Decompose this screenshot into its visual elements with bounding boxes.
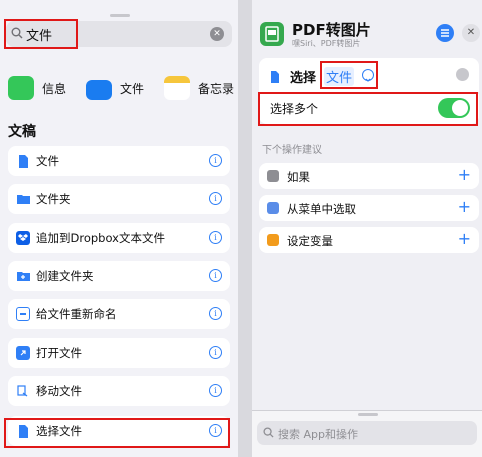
suggestions-title: 下个操作建议 bbox=[262, 145, 322, 156]
open-file-icon bbox=[16, 346, 30, 360]
remove-action-icon[interactable] bbox=[456, 68, 469, 81]
action-label: 给文件重新命名 bbox=[36, 307, 117, 321]
action-row-file[interactable]: 文件 i bbox=[8, 146, 230, 176]
action-label: 追加到Dropbox文本文件 bbox=[36, 231, 165, 245]
suggestion-choose-from-menu[interactable]: 从菜单中选取 + bbox=[259, 195, 479, 221]
app-label: 文件 bbox=[120, 81, 145, 96]
move-file-icon bbox=[16, 384, 30, 398]
app-notes[interactable]: 备忘录 bbox=[164, 74, 234, 102]
suggestion-label: 如果 bbox=[287, 170, 310, 184]
clear-search-icon[interactable]: ✕ bbox=[210, 27, 224, 41]
action-label: 文件夹 bbox=[36, 192, 71, 206]
if-icon bbox=[267, 170, 279, 182]
suggestion-set-variable[interactable]: 设定变量 + bbox=[259, 227, 479, 253]
suggestion-label: 设定变量 bbox=[287, 234, 333, 248]
highlight-box-file-param bbox=[320, 61, 378, 89]
info-icon[interactable]: i bbox=[209, 346, 222, 359]
add-icon[interactable]: + bbox=[458, 229, 471, 248]
suggestion-label: 从菜单中选取 bbox=[287, 202, 356, 216]
highlight-box-select-file bbox=[4, 418, 230, 448]
search-icon bbox=[263, 427, 274, 438]
app-files[interactable]: 文件 bbox=[86, 74, 144, 102]
rename-icon bbox=[16, 307, 30, 321]
shortcut-app-icon bbox=[260, 22, 284, 46]
add-icon[interactable]: + bbox=[458, 165, 471, 184]
info-icon[interactable]: i bbox=[209, 192, 222, 205]
action-row-create-folder[interactable]: 创建文件夹 i bbox=[8, 261, 230, 291]
add-icon[interactable]: + bbox=[458, 197, 471, 216]
action-verb: 选择 bbox=[290, 71, 317, 86]
action-row-move-file[interactable]: 移动文件 i bbox=[8, 376, 230, 406]
shortcut-subtitle: 嘿Siri、PDF转图片 bbox=[292, 39, 361, 48]
document-icon bbox=[16, 154, 30, 168]
folder-icon bbox=[16, 192, 30, 206]
suggestion-if[interactable]: 如果 + bbox=[259, 163, 479, 189]
app-messages[interactable]: 信息 bbox=[8, 74, 66, 102]
document-icon bbox=[270, 68, 280, 87]
dropbox-icon bbox=[16, 231, 30, 245]
info-icon[interactable]: i bbox=[209, 154, 222, 167]
close-icon[interactable]: ✕ bbox=[462, 24, 480, 42]
messages-icon bbox=[8, 76, 34, 100]
action-label: 打开文件 bbox=[36, 346, 82, 360]
menu-icon bbox=[267, 202, 279, 214]
action-label: 创建文件夹 bbox=[36, 269, 94, 283]
shortcut-title: PDF转图片 bbox=[292, 21, 371, 39]
info-icon[interactable]: i bbox=[209, 307, 222, 320]
search-icon bbox=[11, 27, 23, 39]
highlight-box-select-multiple bbox=[258, 92, 478, 126]
action-row-folder[interactable]: 文件夹 i bbox=[8, 184, 230, 214]
files-folder-icon bbox=[86, 80, 112, 100]
action-row-open-file[interactable]: 打开文件 i bbox=[8, 338, 230, 368]
action-row-rename-file[interactable]: 给文件重新命名 i bbox=[8, 299, 230, 329]
drag-grabber[interactable] bbox=[110, 14, 130, 17]
info-icon[interactable]: i bbox=[209, 269, 222, 282]
section-title: 文稿 bbox=[8, 124, 36, 140]
search-input[interactable]: 文件 bbox=[26, 25, 52, 44]
notes-icon bbox=[164, 76, 190, 100]
app-label: 备忘录 bbox=[198, 81, 235, 96]
info-icon[interactable]: i bbox=[209, 231, 222, 244]
settings-toggle-icon[interactable] bbox=[436, 24, 454, 42]
action-label: 移动文件 bbox=[36, 384, 82, 398]
search-placeholder: 搜索 App和操作 bbox=[278, 428, 358, 441]
new-folder-icon bbox=[16, 269, 30, 283]
action-label: 文件 bbox=[36, 154, 59, 168]
action-row-dropbox[interactable]: 追加到Dropbox文本文件 i bbox=[8, 223, 230, 253]
info-icon[interactable]: i bbox=[209, 384, 222, 397]
drag-grabber[interactable] bbox=[358, 413, 378, 416]
app-label: 信息 bbox=[42, 81, 67, 96]
variable-icon bbox=[267, 234, 279, 246]
